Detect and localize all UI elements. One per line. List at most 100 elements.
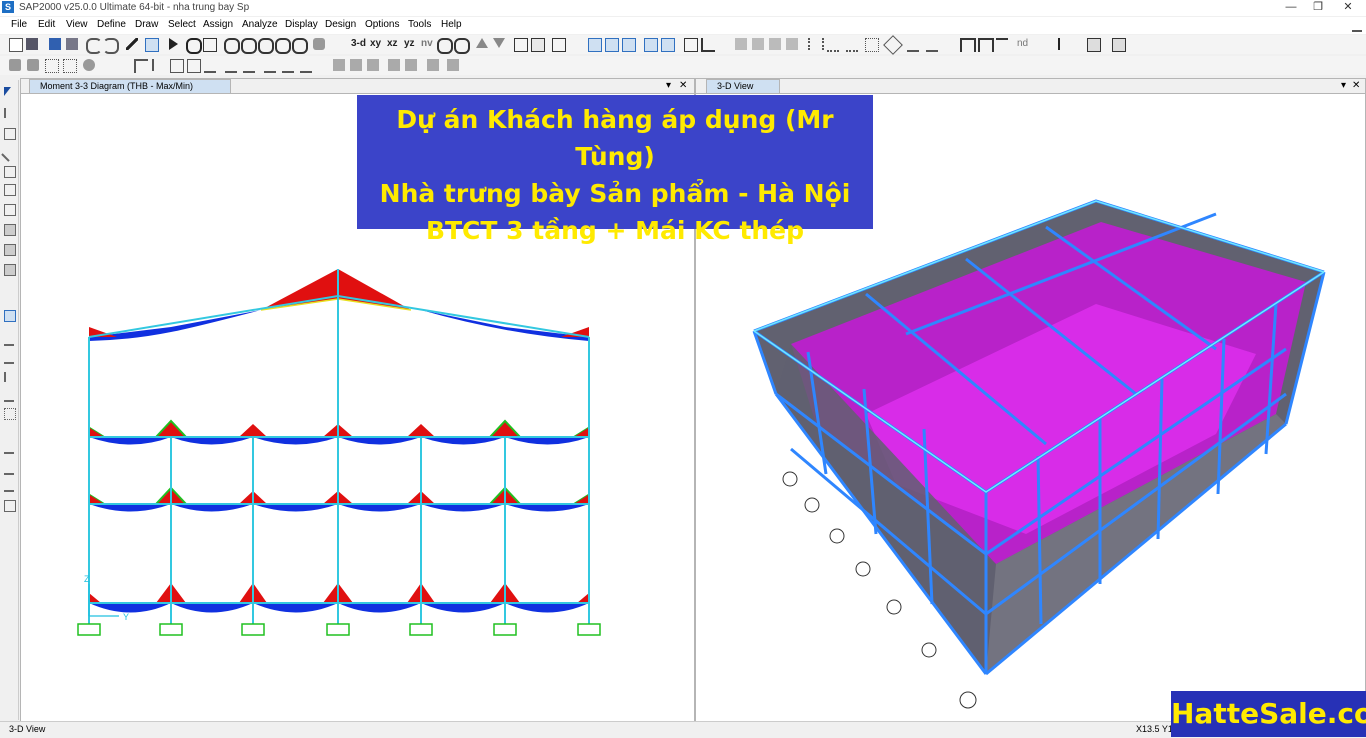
- assign-joint-icon[interactable]: [9, 59, 21, 71]
- menu-assign[interactable]: Assign: [203, 19, 233, 30]
- copy-icon[interactable]: [752, 38, 764, 50]
- quick-draw-frame-icon[interactable]: [4, 166, 16, 178]
- quick-draw-secondary-beams-icon[interactable]: [4, 204, 16, 216]
- menu-display[interactable]: Display: [285, 19, 318, 30]
- paste-icon[interactable]: [769, 38, 781, 50]
- save-icon[interactable]: [49, 38, 61, 50]
- edit-pencil-icon[interactable]: [126, 38, 138, 50]
- show-grid-icon[interactable]: [514, 38, 528, 52]
- quick-draw-braces-icon[interactable]: [4, 184, 16, 196]
- area-gravity-loads-icon[interactable]: [405, 59, 417, 71]
- pan-hand-icon[interactable]: [313, 38, 325, 50]
- frame-offsets-icon[interactable]: [170, 59, 184, 73]
- menu-view[interactable]: View: [66, 19, 88, 30]
- zoom-previous-icon[interactable]: [292, 38, 308, 54]
- view-nv-button[interactable]: nv: [421, 38, 433, 49]
- snap-fine-grid-icon[interactable]: [4, 408, 16, 420]
- pane-dropdown-button-2[interactable]: ▾: [1341, 79, 1346, 92]
- frame-section-icon[interactable]: [978, 38, 994, 52]
- menu-select[interactable]: Select: [168, 19, 196, 30]
- reshape-icon[interactable]: [4, 108, 16, 118]
- menu-tools[interactable]: Tools: [408, 19, 431, 30]
- view-yz-button[interactable]: yz: [404, 38, 415, 49]
- select-pointer-icon[interactable]: [644, 38, 658, 52]
- snap-joints-icon[interactable]: [4, 310, 16, 322]
- minimize-button[interactable]: —: [1276, 0, 1306, 16]
- draw-rectangular-area-icon[interactable]: [4, 244, 16, 256]
- select-polygon-icon[interactable]: [661, 38, 675, 52]
- merge-icon[interactable]: [926, 38, 938, 52]
- assign-masses-icon[interactable]: [63, 59, 77, 73]
- frame-distributed-loads-icon[interactable]: [367, 59, 379, 71]
- area-local-axes-icon[interactable]: [264, 59, 276, 73]
- menu-edit[interactable]: Edit: [38, 19, 55, 30]
- quick-draw-area-icon[interactable]: [4, 264, 16, 276]
- redo-icon[interactable]: [103, 38, 119, 54]
- area-loads-icon[interactable]: [282, 59, 294, 73]
- rotate-3d-icon[interactable]: [437, 38, 453, 54]
- snap-lines-edges-icon[interactable]: [4, 390, 14, 402]
- move-up-icon[interactable]: [476, 38, 488, 48]
- move-down-icon[interactable]: [493, 38, 505, 48]
- area-sections-icon[interactable]: [225, 59, 237, 73]
- section-properties-icon[interactable]: [1058, 38, 1064, 50]
- menu-help[interactable]: Help: [441, 19, 462, 30]
- set-display-options-icon[interactable]: [531, 38, 545, 52]
- frame-loads-icon[interactable]: [996, 38, 1008, 52]
- frame-releases-icon[interactable]: [152, 59, 166, 71]
- join-frames-icon[interactable]: [846, 38, 858, 52]
- menu-file[interactable]: File: [11, 19, 27, 30]
- select-all-icon[interactable]: [4, 442, 14, 454]
- cut-icon[interactable]: [735, 38, 747, 50]
- assign-constraints-icon[interactable]: [83, 59, 95, 71]
- zoom-in-icon[interactable]: [258, 38, 274, 54]
- pane-close-button-2[interactable]: ✕: [1352, 79, 1360, 92]
- snap-intersection-icon[interactable]: [4, 352, 14, 364]
- draw-poly-area-icon[interactable]: [4, 224, 16, 236]
- pointer-select-icon[interactable]: [4, 87, 11, 96]
- frame-local-axes-icon[interactable]: [204, 59, 216, 73]
- tab-moment-diagram[interactable]: Moment 3-3 Diagram (THB - Max/Min): [29, 79, 231, 93]
- snap-ends-icon[interactable]: [4, 334, 14, 346]
- assign-restraint-icon[interactable]: [27, 59, 39, 71]
- draw-frame-cable-icon[interactable]: [1, 146, 17, 162]
- replicate-icon[interactable]: [808, 38, 824, 50]
- view-xy-button[interactable]: xy: [370, 38, 381, 49]
- frame-point-loads-icon[interactable]: [350, 59, 362, 71]
- area-thickness-icon[interactable]: [300, 59, 312, 73]
- pattern-loads-icon[interactable]: [447, 59, 459, 71]
- display-window-icon[interactable]: [203, 38, 217, 52]
- pane-close-button[interactable]: ✕: [679, 79, 687, 92]
- show-deformed-icon[interactable]: [552, 38, 566, 52]
- print-icon[interactable]: [66, 38, 78, 50]
- menu-define[interactable]: Define: [97, 19, 126, 30]
- extrude-icon[interactable]: [907, 38, 919, 52]
- delete-icon[interactable]: [786, 38, 798, 50]
- lock-icon[interactable]: [145, 38, 159, 52]
- download-icon[interactable]: [1352, 20, 1362, 32]
- close-button[interactable]: ✕: [1333, 0, 1363, 16]
- nd-button[interactable]: nd: [1017, 38, 1028, 49]
- zoom-window-icon[interactable]: [224, 38, 240, 54]
- zoom-restore-icon[interactable]: [241, 38, 257, 54]
- snap-points-icon[interactable]: [588, 38, 602, 52]
- pane-dropdown-button[interactable]: ▾: [666, 79, 671, 92]
- menu-draw[interactable]: Draw: [135, 19, 158, 30]
- divide-frames-icon[interactable]: [827, 38, 839, 52]
- menu-design[interactable]: Design: [325, 19, 356, 30]
- new-model-icon[interactable]: [9, 38, 23, 52]
- temperature-loads-icon[interactable]: [427, 59, 439, 71]
- open-icon[interactable]: [26, 38, 38, 50]
- frame-sections-icon[interactable]: [134, 59, 148, 73]
- assign-springs-icon[interactable]: [45, 59, 59, 73]
- perspective-icon[interactable]: [454, 38, 470, 54]
- clear-selection-icon[interactable]: [4, 480, 14, 492]
- menu-options[interactable]: Options: [365, 19, 399, 30]
- run-analysis-icon[interactable]: [169, 38, 178, 50]
- view-xz-button[interactable]: xz: [387, 38, 398, 49]
- menu-analyze[interactable]: Analyze: [242, 19, 278, 30]
- frame-insertion-icon[interactable]: [187, 59, 201, 73]
- draw-point-icon[interactable]: [684, 38, 698, 52]
- snap-perpendicular-icon[interactable]: [4, 372, 16, 382]
- refresh-view-icon[interactable]: [186, 38, 202, 54]
